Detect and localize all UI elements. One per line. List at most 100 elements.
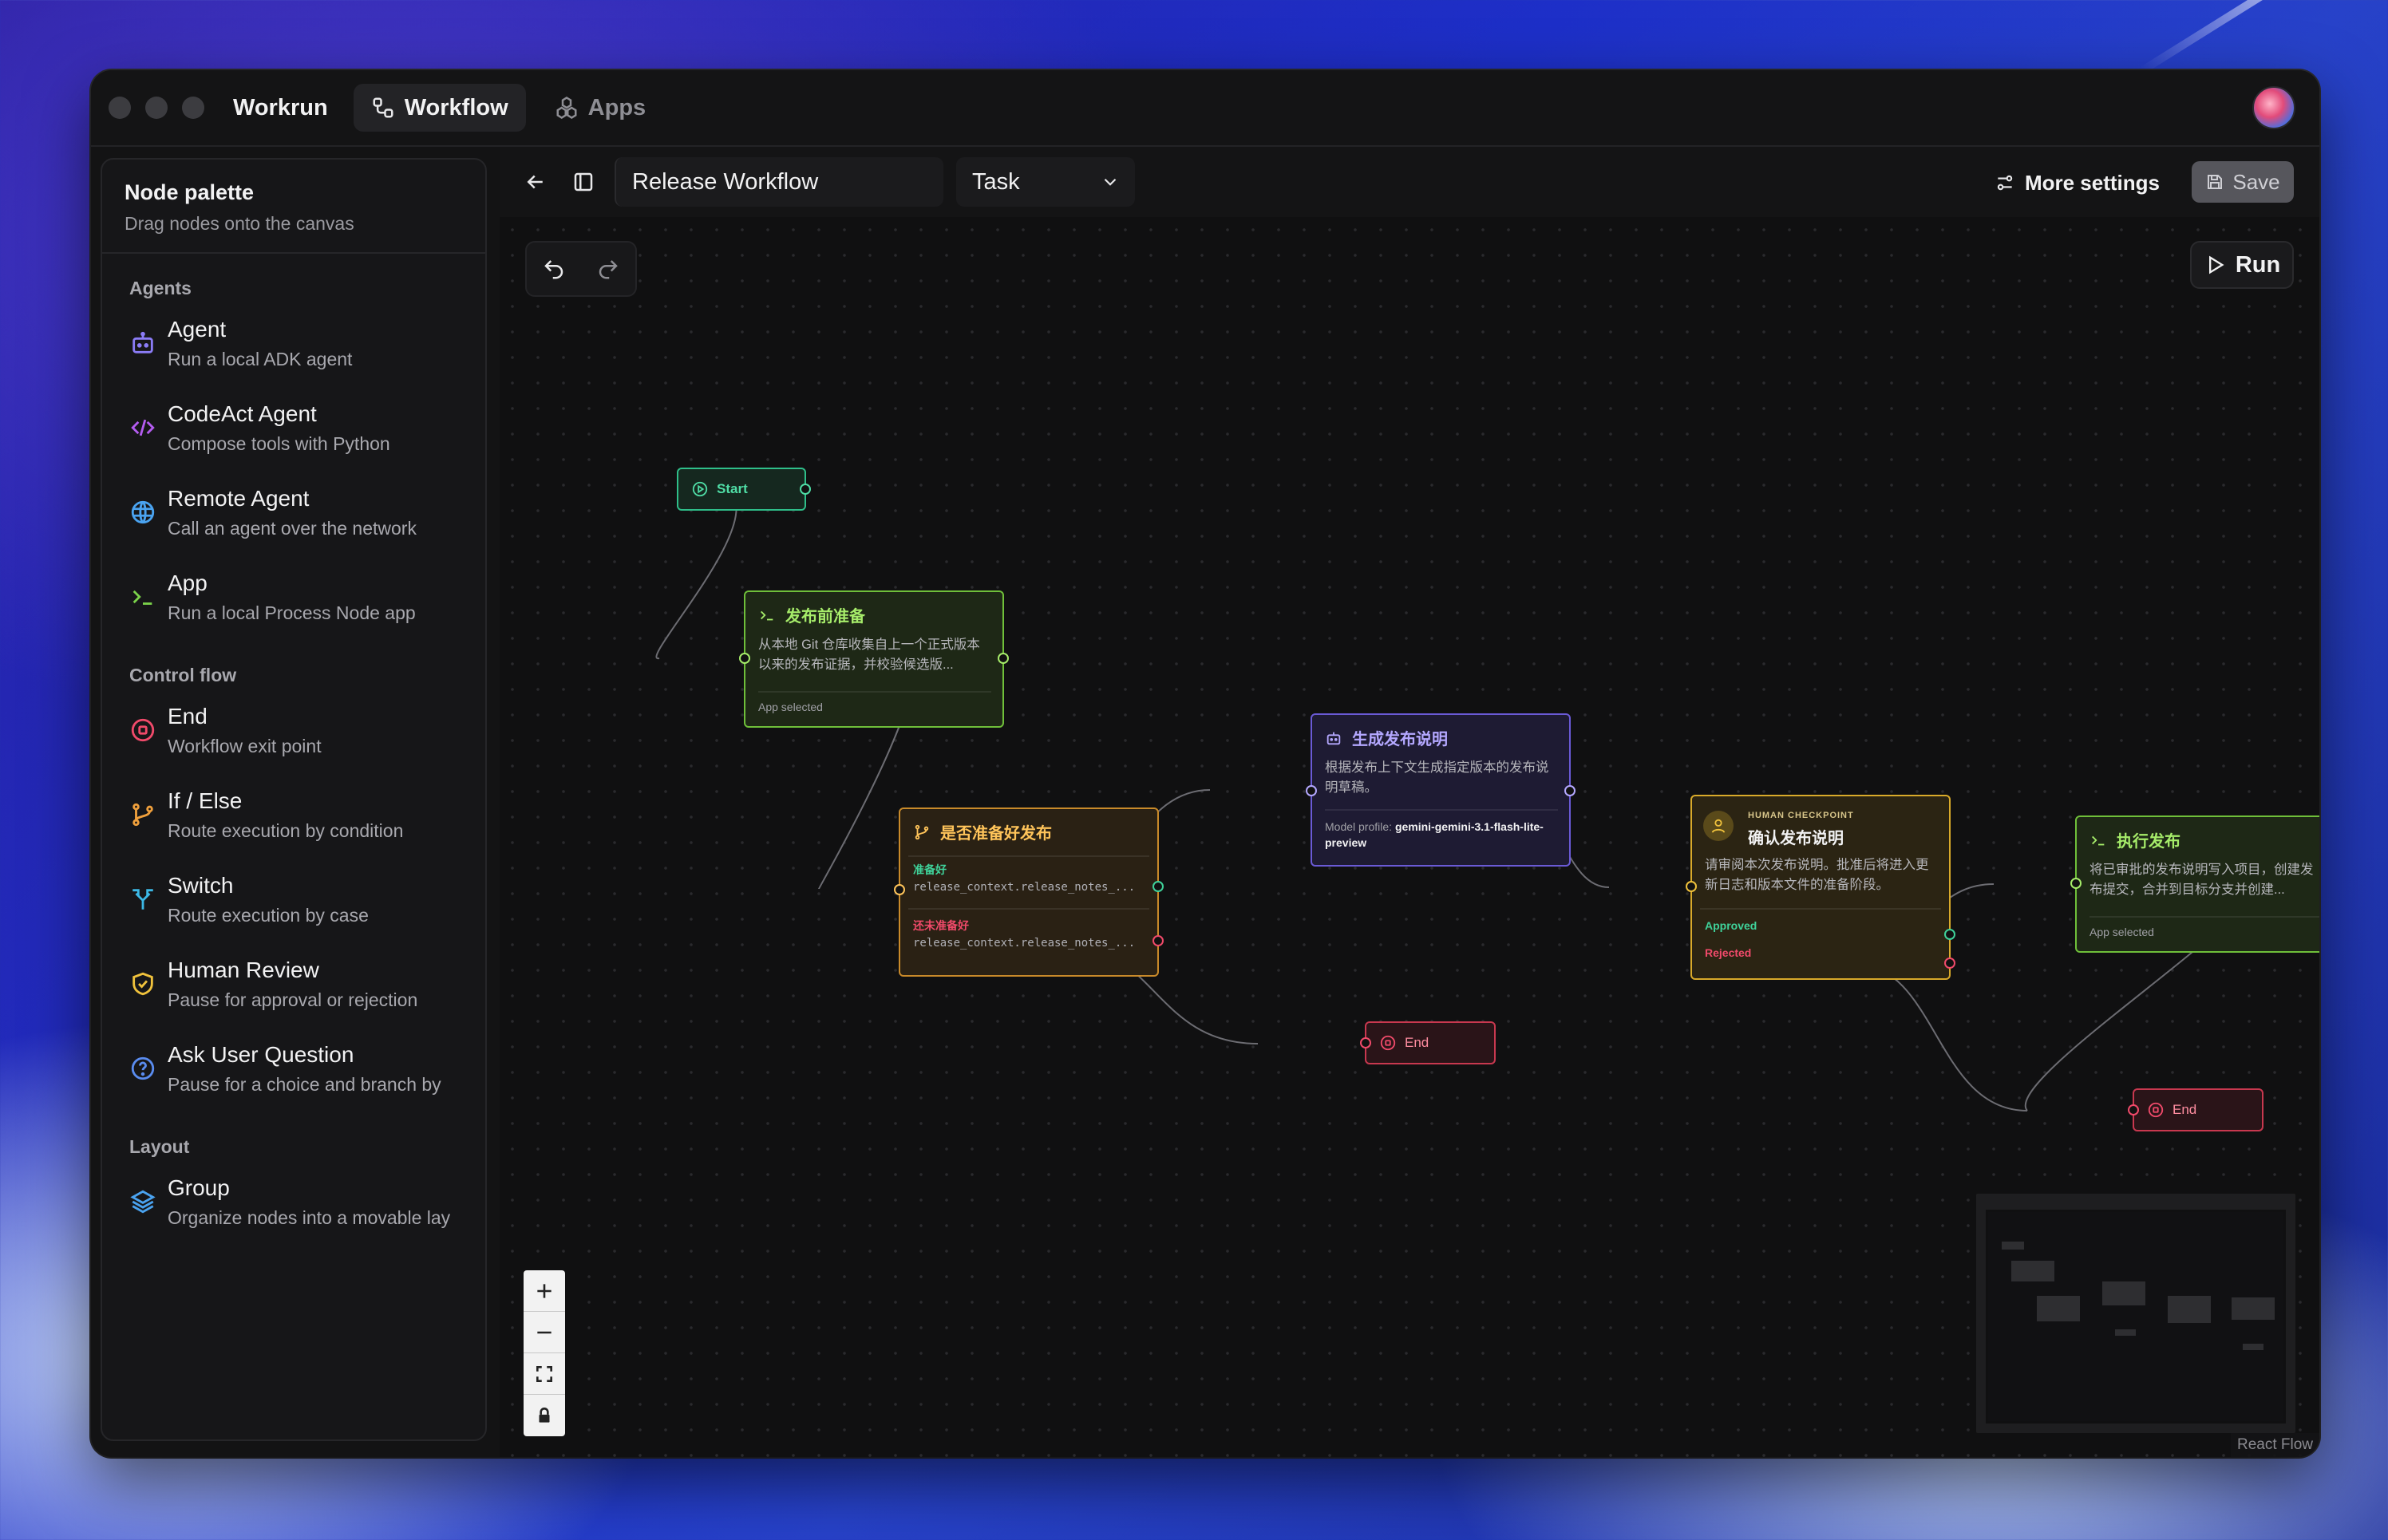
workflow-name-input[interactable]: Release Workflow: [615, 157, 943, 207]
branch-icon: [132, 803, 153, 827]
node-ifelse-title: 是否准备好发布: [940, 825, 1052, 843]
user-avatar[interactable]: [2252, 86, 2295, 129]
palette-item-desc: Call an agent over the network: [168, 518, 417, 539]
handle-end1-in[interactable]: [1360, 1037, 1371, 1048]
node-gen-foot-label: Model profile:: [1325, 820, 1393, 833]
lock-button[interactable]: [524, 1395, 565, 1436]
tab-apps-label: Apps: [587, 94, 646, 120]
workflow-canvas[interactable]: Run Start 发布前准备 从本地 Git 仓库收集自上一个正式版本以来的发…: [500, 217, 2319, 1457]
palette-item-name: Agent: [168, 317, 227, 342]
more-settings-label: More settings: [2024, 170, 2160, 195]
stop-circle-icon: [1380, 1035, 1396, 1051]
minimize-window-button[interactable]: [145, 97, 168, 119]
node-ifelse-ready[interactable]: 是否准备好发布 准备好 release_context.release_note…: [894, 808, 1164, 977]
save-button[interactable]: Save: [2192, 161, 2294, 203]
handle-ifelse-in[interactable]: [894, 884, 905, 895]
palette-header: Node palette Drag nodes onto the canvas: [102, 160, 485, 254]
workflow-type-select[interactable]: Task: [956, 157, 1135, 207]
handle-ifelse-no[interactable]: [1152, 935, 1164, 946]
node-generate-notes[interactable]: 生成发布说明 根据发布上下文生成指定版本的发布说明草稿。 Model profi…: [1306, 713, 1576, 867]
edge-start-prep[interactable]: [655, 489, 737, 660]
handle-end2-in[interactable]: [2128, 1104, 2139, 1116]
branch-yes-label: 准备好: [913, 863, 947, 876]
close-window-button[interactable]: [109, 97, 131, 119]
node-palette: Node palette Drag nodes onto the canvas …: [101, 158, 487, 1441]
handle-prep-in[interactable]: [739, 653, 750, 664]
zoom-controls: [524, 1270, 565, 1436]
tab-workflow[interactable]: Workflow: [353, 84, 526, 132]
minimap-node: [2011, 1261, 2054, 1281]
zoom-out-button[interactable]: [524, 1312, 565, 1353]
palette-item-group[interactable]: Group Organize nodes into a movable lay: [102, 1167, 485, 1252]
palette-item-name: Ask User Question: [168, 1042, 354, 1067]
code-icon: [131, 419, 155, 436]
handle-ifelse-yes[interactable]: [1152, 881, 1164, 892]
palette-item-codeact-agent[interactable]: CodeAct Agent Compose tools with Python: [102, 393, 485, 478]
layers-icon: [130, 1190, 156, 1214]
branch-yes: 准备好 release_context.release_notes_...: [908, 855, 1149, 908]
node-gen-title: 生成发布说明: [1352, 731, 1448, 748]
node-prep-foot: App selected: [758, 691, 991, 713]
handle-gen-in[interactable]: [1306, 785, 1317, 796]
node-end-2[interactable]: End: [2128, 1088, 2263, 1131]
palette-item-app[interactable]: App Run a local Process Node app: [102, 563, 485, 647]
human-desc: 请审阅本次发布说明。批准后将进入更新日志和版本文件的准备阶段。: [1705, 858, 1929, 892]
handle-prep-out[interactable]: [998, 653, 1009, 664]
edge-human-end2[interactable]: [1856, 964, 2028, 1112]
palette-item-desc: Organize nodes into a movable lay: [168, 1207, 451, 1228]
handle-human-in[interactable]: [1686, 881, 1697, 892]
palette-item-name: End: [168, 704, 208, 729]
lock-icon: [539, 1408, 550, 1423]
palette-title: Node palette: [125, 180, 255, 204]
zoom-window-button[interactable]: [182, 97, 204, 119]
chevron-down-icon: [1104, 178, 1117, 186]
split-icon: [132, 889, 153, 910]
minimap[interactable]: [1976, 1194, 2295, 1433]
handle-exec-in[interactable]: [2070, 878, 2082, 889]
arrow-left-icon: [527, 175, 543, 189]
globe-icon: [131, 500, 155, 524]
palette-item-if-else[interactable]: If / Else Route execution by condition: [102, 780, 485, 865]
palette-item-agent[interactable]: Agent Run a local ADK agent: [102, 309, 485, 393]
robot-icon: [132, 331, 153, 353]
node-prep-desc: 从本地 Git 仓库收集自上一个正式版本以来的发布证据，并校验候选版...: [758, 638, 980, 672]
minus-icon: [537, 1331, 552, 1333]
palette-item-remote-agent[interactable]: Remote Agent Call an agent over the netwo…: [102, 478, 485, 563]
brand-name: Workrun: [233, 94, 328, 120]
node-gen-desc: 根据发布上下文生成指定版本的发布说明草稿。: [1325, 760, 1549, 795]
zoom-in-button[interactable]: [524, 1270, 565, 1312]
node-end-1[interactable]: End: [1360, 1021, 1496, 1064]
tab-apps[interactable]: Apps: [537, 84, 664, 132]
branch-icon: [915, 824, 929, 839]
palette-item-name: Switch: [168, 873, 234, 898]
node-human-checkpoint[interactable]: HUMAN CHECKPOINT 确认发布说明 请审阅本次发布说明。批准后将进入…: [1686, 795, 1955, 980]
editor-toolbar: Release Workflow Task More settings Save: [500, 147, 2319, 217]
palette-item-end[interactable]: End Workflow exit point: [102, 696, 485, 780]
back-button[interactable]: [516, 162, 555, 202]
handle-human-rejected[interactable]: [1944, 958, 1955, 969]
section-layout-label: Layout: [129, 1136, 190, 1157]
react-flow-attribution[interactable]: React Flow: [2230, 1433, 2319, 1457]
workflow-icon: [373, 97, 393, 118]
handle-start-out[interactable]: [800, 484, 811, 495]
fit-view-button[interactable]: [524, 1353, 565, 1395]
save-icon: [2208, 175, 2223, 189]
stop-circle-icon: [2148, 1102, 2164, 1118]
handle-human-approved[interactable]: [1944, 929, 1955, 940]
palette-item-desc: Compose tools with Python: [168, 433, 390, 454]
window-controls: [109, 97, 204, 119]
apps-icon: [556, 97, 577, 119]
palette-item-human-review[interactable]: Human Review Pause for approval or reject…: [102, 950, 485, 1034]
toggle-sidebar-button[interactable]: [563, 162, 603, 202]
minimap-node: [2037, 1296, 2080, 1321]
more-settings-button[interactable]: More settings: [1995, 163, 2160, 203]
palette-item-switch[interactable]: Switch Route execution by case: [102, 865, 485, 950]
handle-gen-out[interactable]: [1564, 785, 1576, 796]
palette-item-ask-user-question[interactable]: Ask User Question Pause for a choice and …: [102, 1034, 485, 1119]
branch-no: 还未准备好 release_context.release_notes_...: [908, 908, 1149, 961]
title-bar: Workrun Workflow Apps: [91, 70, 2319, 147]
node-execute-release[interactable]: 执行发布 将已审批的发布说明写入项目，创建发布提交，合并到目标分支并创建... …: [2070, 815, 2319, 953]
palette-item-desc: Pause for a choice and branch by: [168, 1074, 441, 1095]
node-release-prep[interactable]: 发布前准备 从本地 Git 仓库收集自上一个正式版本以来的发布证据，并校验候选版…: [739, 590, 1009, 728]
node-start[interactable]: Start: [677, 468, 811, 511]
